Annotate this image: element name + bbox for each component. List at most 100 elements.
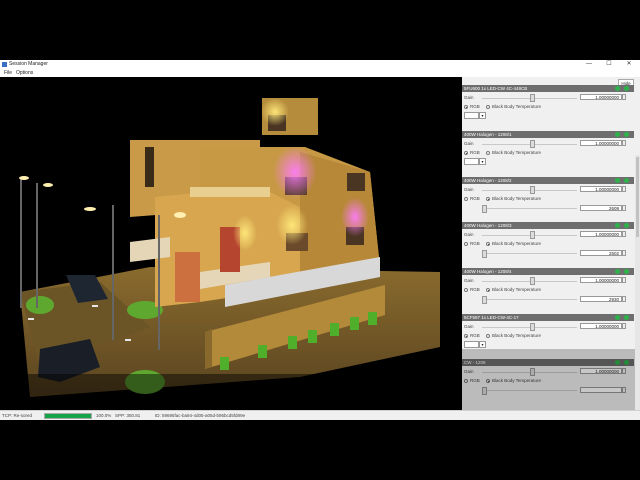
status-ok-icon [615,86,620,91]
light-name: 400W Halogen - 1208/2 [464,178,512,183]
bbt-label: Black Body Temperature [492,287,541,292]
render-progress [44,413,92,419]
temperature-value-field[interactable]: 2930 [580,296,622,302]
temperature-slider-knob[interactable] [482,296,487,304]
bbt-radio[interactable] [486,197,490,201]
disabled-overlay [462,349,635,410]
gain-label: Gain [464,278,474,283]
gain-spinner[interactable] [622,140,626,146]
rgb-radio[interactable] [464,151,468,155]
light-header[interactable]: 400W Halogen - 1208/1 [462,131,634,138]
temperature-slider-knob[interactable] [482,250,487,258]
temperature-slider-track[interactable] [482,253,577,254]
bbt-radio[interactable] [486,242,490,246]
bbt-radio[interactable] [486,151,490,155]
gain-slider-knob[interactable] [530,323,535,331]
gain-spinner[interactable] [622,94,626,100]
light-header[interactable]: 400W Halogen - 1208/2 [462,177,634,184]
minimize-button[interactable]: — [582,60,596,69]
light-header[interactable]: 400W Halogen - 1208/4 [462,268,634,275]
gain-slider-knob[interactable] [530,231,535,239]
color-dropdown-button[interactable]: ▾ [479,112,486,119]
rgb-label: RGB [470,287,480,292]
temperature-value-field[interactable]: 2502 [580,250,622,256]
bbt-radio[interactable] [486,105,490,109]
gain-label: Gain [464,324,474,329]
gain-value-field[interactable]: 1.00000000 [580,140,622,146]
maximize-button[interactable]: ☐ [602,60,616,69]
status-ok-icon [624,315,629,320]
bbt-radio[interactable] [486,288,490,292]
status-ok-icon [624,132,629,137]
color-dropdown-button[interactable]: ▾ [479,158,486,165]
menu-file[interactable]: File [4,70,12,76]
window-title: Session Manager [9,61,48,67]
close-button[interactable]: ✕ [622,60,636,69]
rendered-scene [0,77,462,410]
status-ok-icon [624,178,629,183]
gain-spinner[interactable] [622,323,626,329]
light-section: 400W Halogen - 1208/1 Gain 1.00000000 RGB Bl… [462,131,634,177]
temperature-spinner[interactable] [622,250,626,256]
light-section: 400W Halogen - 1208/4 Gain 1.00000000 RGB Bl… [462,268,634,314]
rgb-radio[interactable] [464,242,468,246]
color-dropdown-button[interactable]: ▾ [479,341,486,348]
light-name: 400W Halogen - 1208/3 [464,223,512,228]
gain-value-field[interactable]: 1.00000000 [580,231,622,237]
temperature-slider-track[interactable] [482,299,577,300]
temperature-spinner[interactable] [622,205,626,211]
gain-slider-knob[interactable] [530,94,535,102]
status-connection: TCP: Re-sored [2,413,33,418]
gain-slider-knob[interactable] [530,277,535,285]
temperature-spinner[interactable] [622,296,626,302]
color-swatch[interactable] [464,158,479,165]
status-ok-icon [624,269,629,274]
light-section: 5FU600 1x LED-CW 4C-448CB Gain 1.00000000 R… [462,85,634,131]
gain-slider-knob[interactable] [530,186,535,194]
status-ok-icon [615,315,620,320]
render-viewport[interactable] [0,77,462,410]
light-header[interactable]: 400W Halogen - 1208/3 [462,222,634,229]
title-bar: Session Manager — ☐ ✕ [0,60,640,69]
gain-value-field[interactable]: 1.00000000 [580,94,622,100]
gain-spinner[interactable] [622,231,626,237]
temperature-slider-track[interactable] [482,208,577,209]
light-section: 400W Halogen - 1208/2 Gain 1.00000000 RGB Bl… [462,177,634,223]
color-swatch[interactable] [464,112,479,119]
rgb-label: RGB [470,241,480,246]
status-bar: TCP: Re-sored 100.0% SPP: 350.81 ID: 596… [0,410,640,420]
temperature-value-field[interactable]: 2609 [580,205,622,211]
status-ok-icon [624,86,629,91]
bbt-label: Black Body Temperature [492,150,541,155]
gain-slider-knob[interactable] [530,140,535,148]
menu-options[interactable]: Options [16,70,33,76]
bbt-radio[interactable] [486,334,490,338]
status-ok-icon [615,269,620,274]
rgb-radio[interactable] [464,334,468,338]
status-spp: SPP: 350.81 [115,413,141,418]
light-header[interactable]: 5CF597 1x LED-CW-4C-17 [462,314,634,321]
light-name: 400W Halogen - 1208/4 [464,269,512,274]
gain-spinner[interactable] [622,277,626,283]
gain-value-field[interactable]: 1.00000000 [580,323,622,329]
status-session-id: ID: 59695fac-ba94-4d05-a05d-b95bcd5fd89e [155,413,246,418]
scrollbar-thumb[interactable] [636,157,639,237]
status-ok-icon [624,223,629,228]
color-swatch[interactable] [464,341,479,348]
gain-value-field[interactable]: 1.00000000 [580,277,622,283]
light-name: 400W Halogen - 1208/1 [464,132,512,137]
rgb-radio[interactable] [464,197,468,201]
rgb-radio[interactable] [464,105,468,109]
temperature-slider-knob[interactable] [482,205,487,213]
gain-spinner[interactable] [622,186,626,192]
gain-label: Gain [464,95,474,100]
gain-value-field[interactable]: 1.00000000 [580,186,622,192]
menu-bar: File Options [0,69,640,77]
rgb-label: RGB [470,104,480,109]
render-progress-fill [45,414,91,418]
gain-label: Gain [464,232,474,237]
panel-scrollbar[interactable] [635,155,640,420]
light-header[interactable]: 5FU600 1x LED-CW 4C-448CB [462,85,634,92]
light-section: 400W Halogen - 1208/3 Gain 1.00000000 RGB Bl… [462,222,634,268]
rgb-radio[interactable] [464,288,468,292]
